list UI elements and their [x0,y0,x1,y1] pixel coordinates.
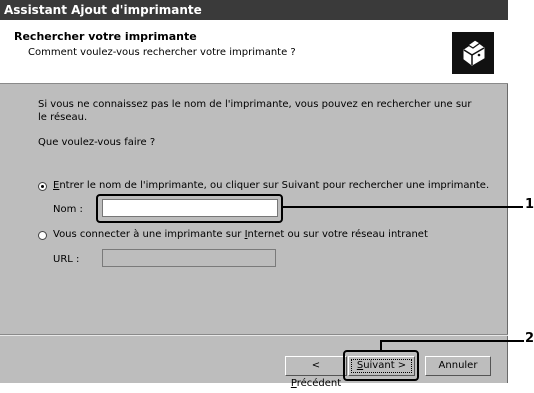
callout-number-2: 2 [525,331,534,346]
callout-box-name-field [96,194,283,223]
radio-connect-internet[interactable] [38,231,47,240]
page-subtitle: Comment voulez-vous rechercher votre imp… [28,47,296,58]
option-connect-internet-text-end: nternet ou sur votre réseau intranet [247,229,428,240]
option-enter-name-label[interactable]: Entrer le nom de l'imprimante, ou clique… [53,180,489,191]
add-printer-wizard-dialog: Assistant Ajout d'imprimante Rechercher … [0,0,508,389]
callout-line-2 [380,340,524,342]
back-button-prefix: < [311,360,321,371]
callout-number-1: 1 [525,197,534,212]
option-enter-name-text: ntrer le nom de l'imprimante, ou cliquer… [59,180,490,191]
intro-text-line1: Si vous ne connaissez pas le nom de l'im… [38,99,472,110]
back-button-text: récédent [296,378,342,389]
printer-icon-graphic [463,39,485,66]
window-title: Assistant Ajout d'imprimante [0,0,508,20]
page-title: Rechercher votre imprimante [14,30,197,43]
radio-enter-printer-name[interactable] [38,182,47,191]
question-text: Que voulez-vous faire ? [38,137,156,148]
button-separator [0,334,508,336]
cancel-button[interactable]: Annuler [425,356,491,376]
url-input[interactable] [102,249,276,267]
printer-icon [452,32,494,74]
wizard-header: Rechercher votre imprimante Comment voul… [0,20,508,84]
option-connect-internet-text-start: Vous connecter à une imprimante sur [53,229,245,240]
callout-box-next-button [343,350,419,381]
back-button[interactable]: < Précédent [285,356,347,389]
url-field-label: URL : [53,254,80,265]
name-field-label: Nom : [53,204,83,215]
option-connect-internet-label[interactable]: Vous connecter à une imprimante sur Inte… [53,229,428,240]
callout-line-1 [283,206,523,208]
intro-text-line2: le réseau. [38,112,88,123]
